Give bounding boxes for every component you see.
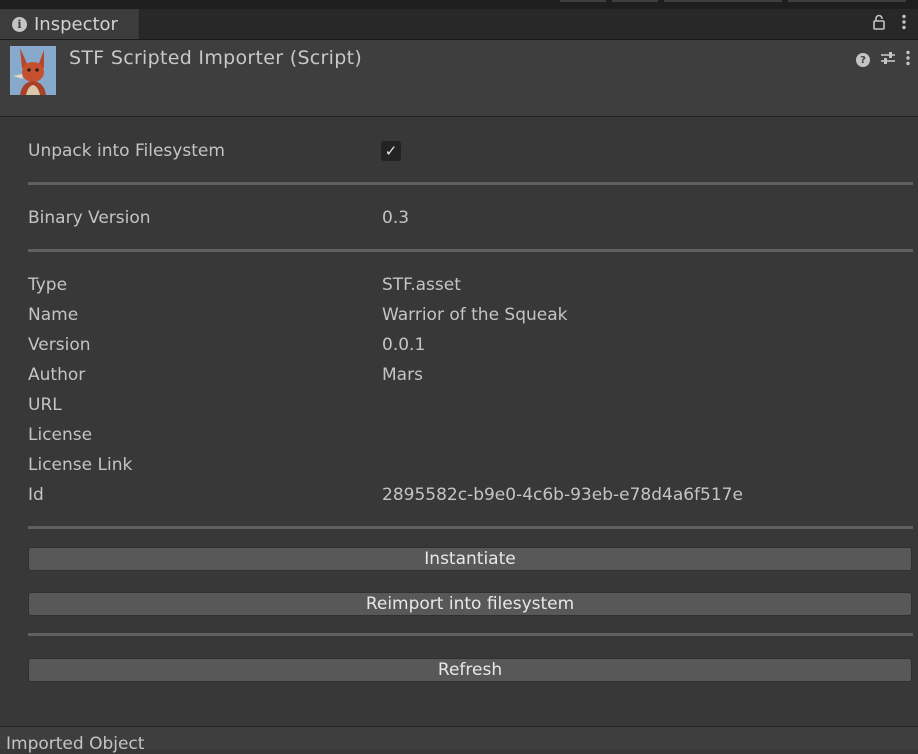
field-label: License <box>28 425 93 445</box>
binary-version-value: 0.3 <box>382 208 410 228</box>
field-value: STF.asset <box>382 275 461 295</box>
field-value: 2895582c-b9e0-4c6b-93eb-e78d4a6f517e <box>382 485 743 505</box>
field-row-name: Name Warrior of the Squeak <box>28 300 913 330</box>
imported-object-header[interactable]: Imported Object <box>0 726 918 754</box>
field-label: License Link <box>28 455 133 475</box>
kebab-menu-icon[interactable] <box>902 14 906 34</box>
field-label: Author <box>28 365 86 385</box>
field-row-type: Type STF.asset <box>28 270 913 300</box>
field-label: Name <box>28 305 79 325</box>
kebab-menu-icon[interactable] <box>906 50 910 70</box>
field-value: Warrior of the Squeak <box>382 305 568 325</box>
divider <box>28 633 913 636</box>
metadata-fields: Type STF.asset Name Warrior of the Squea… <box>28 270 913 510</box>
refresh-button[interactable]: Refresh <box>28 658 912 682</box>
field-label: Type <box>28 275 68 295</box>
checkmark-icon: ✓ <box>384 142 398 160</box>
field-row-author: Author Mars <box>28 360 913 390</box>
instantiate-button[interactable]: Instantiate <box>28 547 912 571</box>
help-icon[interactable]: ? <box>856 53 870 67</box>
presets-icon[interactable] <box>880 50 896 70</box>
info-icon: i <box>12 16 27 32</box>
binary-version-row: Binary Version 0.3 <box>28 203 913 233</box>
field-row-url: URL <box>28 390 913 420</box>
toolbar-fragment <box>788 0 906 2</box>
binary-version-label: Binary Version <box>28 208 151 228</box>
component-actions: ? <box>856 50 910 70</box>
field-row-id: Id 2895582c-b9e0-4c6b-93eb-e78d4a6f517e <box>28 480 913 510</box>
unpack-row: Unpack into Filesystem ✓ <box>28 136 913 166</box>
toolbar-fragment <box>664 0 782 2</box>
field-row-license-link: License Link <box>28 450 913 480</box>
field-label: Version <box>28 335 91 355</box>
reimport-button[interactable]: Reimport into filesystem <box>28 592 912 616</box>
field-label: URL <box>28 395 62 415</box>
field-value: Mars <box>382 365 423 385</box>
tab-actions <box>872 14 906 34</box>
toolbar-fragment <box>612 0 658 2</box>
field-label: Id <box>28 485 44 505</box>
tab-bar: i Inspector <box>0 9 918 40</box>
field-row-version: Version 0.0.1 <box>28 330 913 360</box>
tab-label: Inspector <box>34 13 118 35</box>
top-strip <box>0 0 918 9</box>
imported-object-label: Imported Object <box>6 734 145 754</box>
field-row-license: License <box>28 420 913 450</box>
component-title: STF Scripted Importer (Script) <box>69 47 363 69</box>
component-header: STF Scripted Importer (Script) ? <box>0 40 918 117</box>
importer-content: Unpack into Filesystem ✓ Binary Version … <box>28 117 913 682</box>
unpack-checkbox[interactable]: ✓ <box>381 141 401 161</box>
asset-thumbnail <box>10 46 56 95</box>
lock-icon[interactable] <box>872 14 886 34</box>
toolbar-fragment <box>560 0 606 2</box>
field-value: 0.0.1 <box>382 335 426 355</box>
tab-inspector[interactable]: i Inspector <box>0 9 140 39</box>
unpack-label: Unpack into Filesystem <box>28 141 225 161</box>
